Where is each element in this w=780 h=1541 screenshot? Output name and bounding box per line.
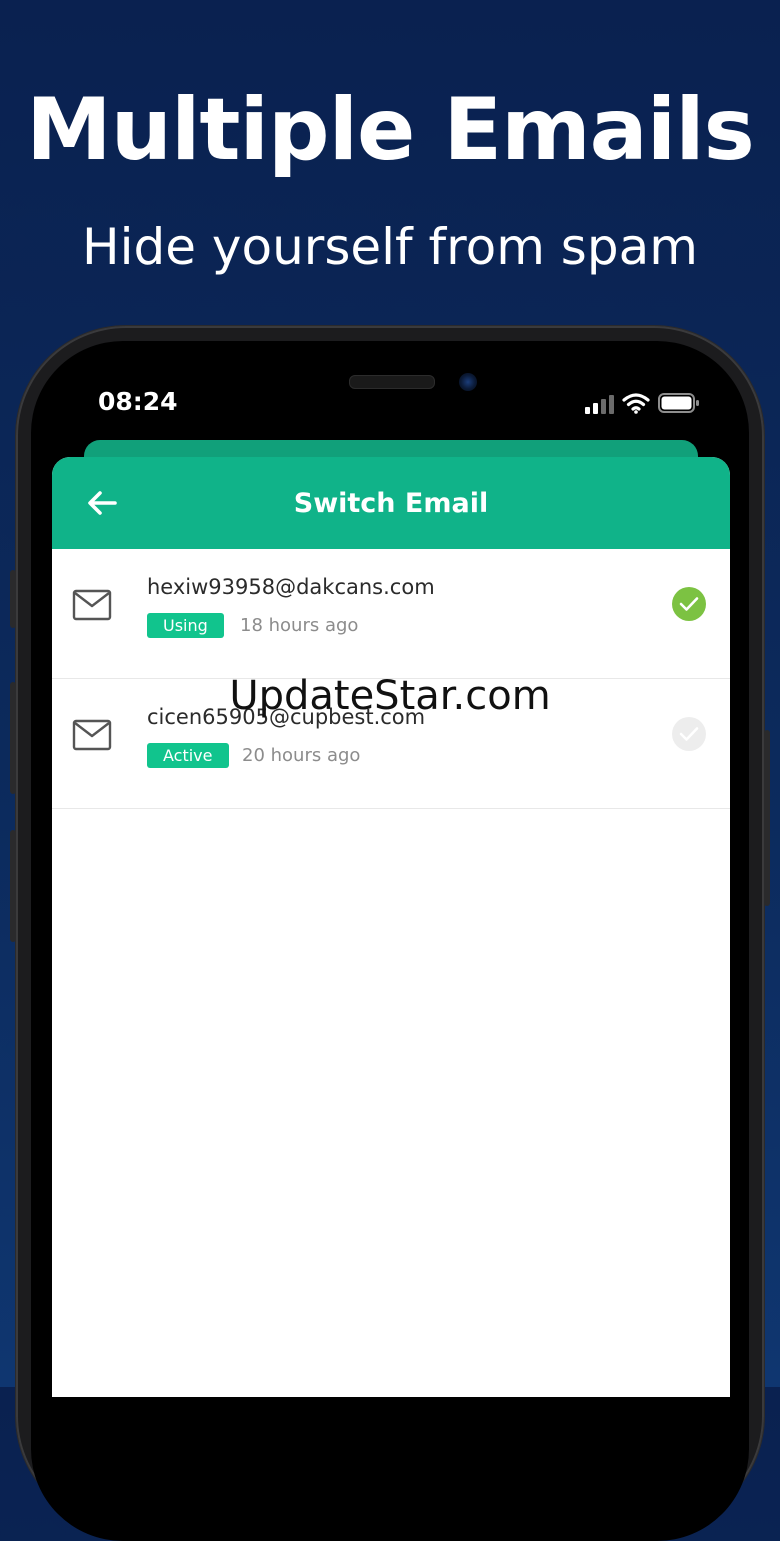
- switch-email-screen: Switch Email hexiw93958@dakcans.com Usin…: [52, 457, 730, 1397]
- status-badge: Active: [147, 743, 229, 768]
- email-address: hexiw93958@dakcans.com: [147, 575, 435, 599]
- arrow-left-icon: [88, 491, 117, 515]
- status-badge: Using: [147, 613, 224, 638]
- status-icons: [585, 390, 700, 414]
- front-camera: [459, 373, 477, 391]
- phone-side-button: [10, 570, 16, 628]
- wifi-icon: [622, 393, 650, 414]
- unselected-check-icon[interactable]: [672, 717, 706, 751]
- email-list-item[interactable]: hexiw93958@dakcans.com Using 18 hours ag…: [52, 549, 730, 679]
- phone-side-button: [10, 830, 16, 942]
- promo-subtitle: Hide yourself from spam: [82, 218, 698, 276]
- email-time: 18 hours ago: [240, 615, 359, 636]
- back-button[interactable]: [82, 483, 122, 523]
- page-title: Switch Email: [293, 487, 489, 519]
- promo-title: Multiple Emails: [26, 80, 755, 180]
- mail-icon: [72, 719, 112, 751]
- email-address: cicen65905@cupbest.com: [147, 705, 426, 729]
- signal-icon: [585, 394, 614, 414]
- status-time: 08:24: [98, 387, 178, 416]
- phone-side-button: [764, 730, 770, 906]
- phone-speaker: [349, 375, 435, 389]
- email-list-item[interactable]: cicen65905@cupbest.com Active 20 hours a…: [52, 679, 730, 809]
- battery-icon: [658, 393, 699, 413]
- phone-side-button: [10, 682, 16, 794]
- email-time: 20 hours ago: [242, 745, 361, 766]
- mail-icon: [72, 589, 112, 621]
- app-header: Switch Email: [52, 457, 730, 549]
- selected-check-icon[interactable]: [672, 587, 706, 621]
